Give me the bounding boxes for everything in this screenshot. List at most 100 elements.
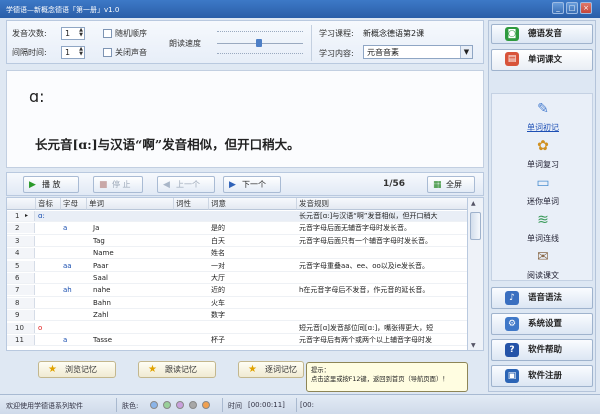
submenu-item-label[interactable]: 迷你单词: [492, 196, 594, 207]
chevron-down-icon[interactable]: ▼: [460, 46, 472, 58]
submenu-item-label[interactable]: 阅读课文: [492, 270, 594, 281]
skin-swatch[interactable]: [150, 401, 158, 409]
table-row[interactable]: 6 Saal 大厅: [7, 273, 467, 285]
row-word: Bahn: [93, 298, 111, 307]
row-meaning: 白天: [211, 236, 225, 245]
table-row[interactable]: 3 Tag 白天 元音字母后面只有一个辅音字母时发长音。: [7, 235, 467, 247]
scroll-down-icon[interactable]: ▼: [471, 342, 476, 349]
table-header-meaning[interactable]: 词意: [209, 198, 297, 210]
table-row[interactable]: 7 ah nahe 近的 h在元音字母后不发音，作元音的延长音。: [7, 285, 467, 297]
stop-button[interactable]: ■ 停 止: [93, 176, 143, 193]
row-index: 8: [7, 297, 35, 308]
submenu-item-label[interactable]: 单词复习: [492, 159, 594, 170]
table-header-word[interactable]: 单词: [87, 198, 174, 210]
mute-checkbox[interactable]: [103, 48, 112, 57]
row-index: 6: [7, 273, 35, 283]
nav-button[interactable]: ▣ 软件注册: [491, 365, 593, 387]
random-order-checkbox[interactable]: [103, 29, 112, 38]
submenu-item-icon[interactable]: ▭: [534, 174, 552, 192]
table-row[interactable]: 5 aa Paar 一对 元音字母重叠aa、ee、oo以及ie发长音。: [7, 260, 467, 272]
mute-label: 关闭声音: [115, 48, 147, 57]
table-row[interactable]: 10 o 短元音[ɑ]发音部位同[ɑ:]，嘴张得更大，短: [7, 322, 467, 334]
row-letter: a: [63, 224, 68, 233]
table-header-letter[interactable]: 字母: [61, 198, 87, 210]
submenu-item-icon[interactable]: ≋: [534, 211, 552, 229]
submenu-item-icon[interactable]: ✉: [534, 248, 552, 266]
play-button[interactable]: ▶ 播 放: [23, 176, 79, 193]
word-text-submenu: ✎ 单词初记 ✿ 单词复习 ▭ 迷你单词 ≋ 单词连线 ✉ 阅读课文: [491, 93, 593, 281]
table-row[interactable]: 9 Zahl 数字: [7, 310, 467, 322]
phonetic-display: ɑ: 长元音[ɑ:]与汉语“啊”发音相似，但开口稍大。: [6, 70, 484, 168]
speed-guide-bottom: [217, 53, 303, 54]
skin-swatch[interactable]: [202, 401, 210, 409]
word-text-button[interactable]: ▤ 单词课文: [491, 49, 593, 71]
table-row[interactable]: 8 Bahn 火车: [7, 297, 467, 309]
table-header-rule[interactable]: 发音规则: [297, 198, 467, 210]
table-header-index: [7, 198, 36, 210]
play-times-spinner[interactable]: 1 ▲ ▼: [61, 27, 85, 40]
nav-button-icon: ?: [505, 343, 519, 357]
row-rule: 元音字母重叠aa、ee、oo以及ie发长音。: [299, 261, 430, 270]
row-letter: a: [63, 336, 68, 344]
submenu-item-icon[interactable]: ✿: [534, 137, 552, 155]
table-row[interactable]: 1 ɑ: 长元音[ɑ:]与汉语“啊”发音相似，但开口稍大 ▸: [7, 211, 467, 223]
browse-memory-label: 浏览记忆: [65, 365, 97, 374]
minimize-button[interactable]: _: [552, 2, 564, 14]
star-icon: ★: [48, 364, 57, 375]
previous-button[interactable]: ◀ 上一个: [157, 176, 215, 193]
row-phonetic: o: [38, 323, 43, 332]
interval-value: 1: [65, 48, 71, 57]
pronunciation-icon: ◙: [505, 27, 519, 41]
tooltip-text: 点击这里或按F12键，返回到首页（导航页面）！: [311, 376, 449, 383]
row-meaning: 杯子: [211, 336, 225, 344]
nav-button[interactable]: ♪ 语音语法: [491, 287, 593, 309]
current-phonetic: ɑ:: [29, 87, 45, 106]
submenu-item-label[interactable]: 单词连线: [492, 233, 594, 244]
row-rule: h在元音字母后不发音，作元音的延长音。: [299, 286, 430, 295]
speed-label: 朗读速度: [169, 39, 201, 48]
follow-memory-label: 跟读记忆: [165, 365, 197, 374]
interval-spinner[interactable]: 1 ▲ ▼: [61, 46, 85, 59]
spinner-arrows-icon[interactable]: ▲ ▼: [79, 28, 83, 38]
close-button[interactable]: ×: [580, 2, 592, 14]
submenu-item-icon[interactable]: ✎: [534, 100, 552, 118]
word-memory-label: 逐词记忆: [265, 365, 297, 374]
divider: [311, 25, 312, 61]
next-button[interactable]: ▶ 下一个: [223, 176, 281, 193]
skin-swatch[interactable]: [176, 401, 184, 409]
word-table[interactable]: 音标 字母 单词 词性 词意 发音规则 1 ɑ: 长元音[ɑ:]与汉语“啊”发音相似…: [6, 197, 468, 351]
browse-memory-button[interactable]: ★ 浏览记忆: [38, 361, 116, 378]
nav-button[interactable]: ⚙ 系统设置: [491, 313, 593, 335]
content-select-value: 元音音素: [367, 48, 399, 57]
scroll-up-icon[interactable]: ▲: [471, 200, 476, 207]
table-row[interactable]: 2 a Ja 是的 元音字母后面无辅音字母时发长音。: [7, 223, 467, 235]
interval-label: 间隔时间:: [12, 48, 47, 57]
table-header-phonetic[interactable]: 音标: [36, 198, 61, 210]
stop-label: 停 止: [112, 180, 131, 189]
speed-guide-top: [217, 31, 303, 32]
spinner-arrows-icon[interactable]: ▲ ▼: [79, 47, 83, 57]
nav-button[interactable]: ? 软件帮助: [491, 339, 593, 361]
table-header-pos[interactable]: 词性: [174, 198, 209, 210]
german-pronunciation-label: 德语发音: [528, 29, 563, 39]
table-row[interactable]: 4 Name 姓名: [7, 248, 467, 260]
row-index: 10: [7, 322, 35, 333]
skin-swatch[interactable]: [163, 401, 171, 409]
scroll-thumb[interactable]: [470, 212, 481, 240]
german-pronunciation-button[interactable]: ◙ 德语发音: [491, 24, 593, 44]
speed-slider-thumb[interactable]: [256, 39, 262, 47]
time-value: [00:00:11]: [248, 401, 285, 409]
table-scrollbar[interactable]: ▲ ▼: [468, 197, 484, 351]
row-word: Paar: [93, 261, 109, 270]
content-select[interactable]: 元音音素 ▼: [363, 45, 473, 59]
fullscreen-button[interactable]: ▦ 全屏: [427, 176, 475, 193]
course-label: 学习课程:: [319, 29, 354, 38]
table-row[interactable]: 11 a Tasse 杯子 元音字母后有两个或两个以上辅音字母时发: [7, 335, 467, 347]
submenu-item-label[interactable]: 单词初记: [492, 122, 594, 133]
skin-swatch[interactable]: [189, 401, 197, 409]
fullscreen-label: 全屏: [446, 180, 462, 189]
play-times-label: 发音次数:: [12, 29, 47, 38]
follow-memory-button[interactable]: ★ 跟读记忆: [138, 361, 216, 378]
maximize-button[interactable]: □: [566, 2, 578, 14]
word-memory-button[interactable]: ★ 逐词记忆: [238, 361, 304, 378]
